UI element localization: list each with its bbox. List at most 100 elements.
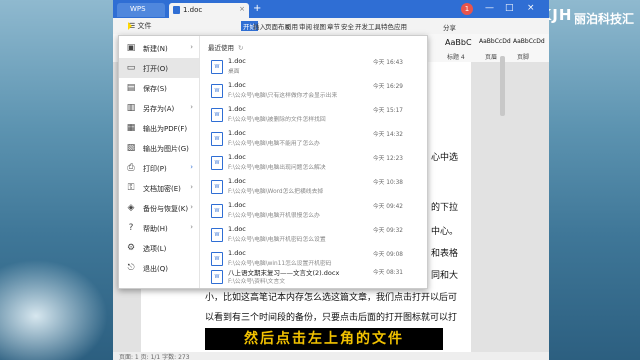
chevron-right-icon: ›: [190, 103, 193, 111]
doc-body-line: 小，比如这高笔记本内存怎么选这篇文章，我们点击打开以后可: [205, 293, 458, 303]
encrypt-icon: ⚿: [127, 183, 135, 193]
file-path: F:\公众号\电脑\Word怎么把横线去掉: [228, 189, 324, 195]
file-menu-list: ▣ 新建(N) › ▭ 打开(O) ▤ 保存(S) ▥ 另存为(A) › ▦ 输出为PDF(F…: [119, 36, 200, 288]
exit-icon: ⎋: [127, 263, 135, 273]
file-path: F:\公众号\电脑\被删除的文件怎样找回: [228, 117, 326, 123]
file-name: 1.doc: [228, 225, 246, 233]
word-file-icon: W: [211, 108, 223, 122]
file-name: 1.doc: [228, 201, 246, 209]
word-file-icon: W: [211, 180, 223, 194]
share-button[interactable]: 分享: [443, 22, 456, 32]
recent-files-pane: 最近使用 ↻ W 1.doc 桌面 今天 16:43 W 1.doc F:\公众号\电脑\只…: [200, 36, 505, 288]
file-name: 1.doc: [228, 249, 246, 257]
menu-item-label: 退出(Q): [143, 265, 168, 273]
file-date: 今天 16:43: [372, 60, 403, 66]
close-tab-icon[interactable]: ×: [239, 5, 245, 13]
doc-line: 中心。: [431, 227, 459, 237]
chevron-right-icon: ›: [190, 223, 193, 231]
close-window-icon[interactable]: ×: [527, 3, 535, 13]
word-file-icon: W: [211, 60, 223, 74]
mouse-cursor-icon: [128, 22, 132, 30]
doc-line: 和表格: [431, 249, 459, 259]
menu-item-export-pdf[interactable]: ▦ 输出为PDF(F): [119, 118, 199, 138]
word-file-icon: W: [211, 84, 223, 98]
recent-heading-label: 最近使用: [208, 44, 234, 52]
video-caption: 然后点击左上角的文件: [205, 328, 443, 350]
recent-file-item[interactable]: W 1.doc F:\公众号\电脑\电脑开机密码怎么设置 今天 09:32: [208, 222, 413, 246]
recent-file-item[interactable]: W 1.doc F:\公众号\电脑\电脑不能用了怎么办 今天 14:32: [208, 126, 413, 150]
menu-item-label: 输出为图片(G): [143, 145, 189, 153]
menu-item-label: 新建(N): [143, 45, 168, 53]
wps-tab-label: WPS: [130, 5, 146, 13]
recent-file-item[interactable]: W 1.doc F:\公众号\电脑\只有这样做你才会显示出来 今天 16:29: [208, 78, 413, 102]
recent-file-item[interactable]: W 1.doc F:\公众号\电脑\电脑开机很慢怎么办 今天 09:42: [208, 198, 413, 222]
tab-review[interactable]: 审阅: [299, 21, 312, 31]
tab-chapter[interactable]: 章节: [327, 21, 340, 31]
doc-line: 同和大: [431, 271, 459, 281]
menu-item-backup[interactable]: ◈ 备份与恢复(K) ›: [119, 198, 199, 218]
new-tab-button[interactable]: +: [253, 3, 261, 14]
maximize-icon[interactable]: □: [505, 3, 514, 13]
file-path: F:\公众号\资料\文言文: [228, 279, 286, 285]
file-path: F:\公众号\电脑\电脑出现问题怎么解决: [228, 165, 326, 171]
options-icon: ⚙: [126, 243, 136, 253]
recent-file-item[interactable]: W 1.doc F:\公众号\电脑\电脑出现问题怎么解决 今天 12:23: [208, 150, 413, 174]
file-name: 1.doc: [228, 177, 246, 185]
recent-file-item[interactable]: W 八上语文期末复习——文言文(2).docx F:\公众号\资料\文言文 今天 08…: [208, 264, 413, 288]
scrollbar[interactable]: [500, 56, 505, 116]
backup-icon: ◈: [127, 203, 135, 213]
save-as-icon: ▥: [126, 103, 136, 113]
menu-item-new[interactable]: ▣ 新建(N) ›: [119, 38, 199, 58]
logo-text: 丽泊科技汇: [574, 12, 635, 26]
tab-security[interactable]: 安全: [341, 21, 354, 31]
new-icon: ▣: [126, 43, 136, 53]
menu-item-open[interactable]: ▭ 打开(O): [119, 58, 199, 78]
file-name: 1.doc: [228, 129, 246, 137]
status-bar: 页面: 1 页: 1/1 字数: 273: [113, 352, 549, 360]
file-name: 1.doc: [228, 105, 246, 113]
title-bar: WPS 1.doc × + 1 — □ ×: [113, 0, 549, 18]
tab-references[interactable]: 引用: [285, 21, 298, 31]
minimize-icon[interactable]: —: [485, 3, 494, 13]
style-name-header: 页眉: [485, 54, 498, 61]
menu-item-encrypt[interactable]: ⚿ 文档加密(E) ›: [119, 178, 199, 198]
menu-item-label: 打印(P): [143, 165, 167, 173]
notification-badge[interactable]: 1: [461, 3, 473, 15]
file-name: 1.doc: [228, 57, 246, 65]
file-date: 今天 08:31: [372, 270, 403, 276]
recent-file-item[interactable]: W 1.doc 桌面 今天 16:43: [208, 54, 413, 78]
doc-body-line: 以看到有三个时间段的备份，只要点击后面的打开图标就可以打: [205, 313, 458, 323]
document-tab[interactable]: 1.doc ×: [169, 3, 249, 18]
refresh-icon[interactable]: ↻: [238, 44, 243, 52]
menu-item-exit[interactable]: ⎋ 退出(Q): [119, 258, 199, 278]
menu-item-label: 打开(O): [143, 65, 168, 73]
word-file-icon: W: [211, 132, 223, 146]
open-icon: ▭: [126, 63, 136, 73]
file-date: 今天 10:38: [372, 180, 403, 186]
menu-item-label: 备份与恢复(K): [143, 205, 189, 213]
menu-item-save[interactable]: ▤ 保存(S): [119, 78, 199, 98]
file-date: 今天 16:29: [372, 84, 403, 90]
menu-item-help[interactable]: ? 帮助(H) ›: [119, 218, 199, 238]
menu-item-save-as[interactable]: ▥ 另存为(A) ›: [119, 98, 199, 118]
wps-home-tab[interactable]: WPS: [117, 3, 165, 17]
menu-item-options[interactable]: ⚙ 选项(L): [119, 238, 199, 258]
recent-file-item[interactable]: W 1.doc F:\公众号\电脑\被删除的文件怎样找回 今天 15:17: [208, 102, 413, 126]
menu-item-export-image[interactable]: ▧ 输出为图片(G): [119, 138, 199, 158]
tab-view[interactable]: 视图: [313, 21, 326, 31]
file-path: F:\公众号\电脑\只有这样做你才会显示出来: [228, 93, 338, 99]
file-name: 1.doc: [228, 81, 246, 89]
file-path: F:\公众号\电脑\电脑开机密码怎么设置: [228, 237, 326, 243]
menu-item-label: 文档加密(E): [143, 185, 181, 193]
style-name-heading4: 标题 4: [447, 54, 465, 61]
file-path: F:\公众号\电脑\电脑开机很慢怎么办: [228, 213, 320, 219]
tab-special[interactable]: 特色应用: [381, 21, 407, 31]
tab-developer[interactable]: 开发工具: [355, 21, 381, 31]
word-file-icon: W: [211, 228, 223, 242]
recent-file-item[interactable]: W 1.doc F:\公众号\电脑\Word怎么把横线去掉 今天 10:38: [208, 174, 413, 198]
style-name-footer: 页脚: [517, 54, 530, 61]
file-path: 桌面: [228, 69, 240, 75]
file-menu-button[interactable]: ☰ 文件: [129, 21, 152, 31]
menu-item-print[interactable]: ⎙ 打印(P) ›: [119, 158, 199, 178]
menu-item-label: 帮助(H): [143, 225, 168, 233]
